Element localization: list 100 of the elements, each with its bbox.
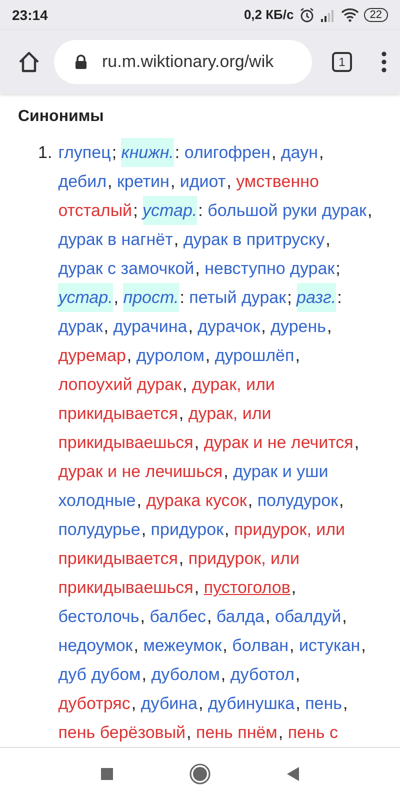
synonym-link[interactable]: даун [280, 138, 318, 168]
synonym-link[interactable]: петый дурак [189, 283, 286, 312]
punctuation: , [112, 287, 120, 310]
usage-label: прост. [123, 283, 179, 312]
missing-link[interactable]: прикидываешься [58, 573, 194, 602]
missing-link[interactable]: пустоголов [204, 573, 290, 602]
synonym-link[interactable]: болван [232, 631, 289, 660]
usage-label: устар. [142, 196, 198, 226]
synonym-link[interactable]: дурак с замочкой [58, 254, 194, 284]
synonym-link[interactable]: пень [305, 689, 342, 718]
missing-link[interactable]: прикидывается [58, 399, 178, 428]
synonym-link[interactable]: дурак и уши [233, 457, 328, 486]
punctuation: , [139, 606, 146, 628]
synonym-link[interactable]: холодные [58, 486, 136, 516]
synonym-link[interactable]: полудурок [257, 486, 338, 516]
punctuation: , [220, 664, 227, 686]
missing-link[interactable]: дуремар [58, 341, 126, 370]
punctuation: , [126, 345, 133, 368]
missing-link[interactable]: пень берёзовый [58, 718, 186, 748]
synonym-link[interactable]: дурак в притруску [183, 225, 325, 254]
punctuation: ; [335, 258, 340, 280]
synonym-link[interactable]: дубинушка [208, 689, 295, 718]
missing-link[interactable]: пень с [288, 718, 338, 748]
missing-link[interactable]: дурак, или [192, 370, 275, 400]
synonym-link[interactable]: обалдуй [274, 602, 342, 632]
synonym-link[interactable]: балбес [150, 602, 206, 632]
usage-label: книжн. [121, 138, 174, 168]
synonym-link[interactable]: недоумок [58, 631, 133, 660]
synonym-link[interactable]: полудурье [58, 515, 140, 544]
punctuation: , [222, 635, 228, 658]
missing-link[interactable]: умственно [236, 167, 319, 196]
missing-link[interactable]: дурак и не лечишься [58, 457, 223, 486]
missing-link[interactable]: придурок, или [234, 515, 346, 544]
synonym-link[interactable]: дуботол [230, 660, 294, 690]
synonym-link[interactable]: дубина [140, 689, 198, 718]
synonym-link[interactable]: истукан [299, 631, 360, 660]
address-field[interactable]: ru.m.wiktionary.org/wik [54, 40, 312, 84]
punctuation: , [318, 142, 324, 164]
punctuation: , [338, 490, 344, 512]
synonym-link[interactable]: дуролом [136, 341, 204, 370]
missing-link[interactable]: дурак, или [188, 399, 272, 428]
punctuation: , [295, 693, 302, 716]
missing-link[interactable]: прикидывается [58, 544, 178, 574]
back-icon[interactable] [286, 766, 300, 782]
signal-icon [320, 8, 336, 22]
punctuation: : [197, 200, 204, 222]
synonym-link[interactable]: межеумок [143, 631, 222, 660]
missing-link[interactable]: придурок, или [188, 544, 300, 574]
punctuation: ; [286, 287, 293, 310]
punctuation: , [140, 664, 148, 686]
missing-link[interactable]: прикидываешься [58, 428, 194, 458]
punctuation: , [294, 664, 300, 686]
missing-link[interactable]: дурака кусок [146, 486, 247, 516]
synonym-link[interactable]: глупец [58, 138, 111, 168]
punctuation: , [133, 635, 140, 658]
synonym-link[interactable]: олигофрен [184, 138, 270, 168]
punctuation: , [288, 635, 296, 658]
punctuation: ; [132, 200, 139, 222]
missing-link[interactable]: дуботряс [58, 689, 130, 718]
missing-link[interactable]: отсталый [58, 196, 132, 226]
missing-link[interactable]: лопоухий дурак [58, 370, 182, 400]
synonym-link[interactable]: дурак [58, 312, 103, 342]
usage-label: устар. [58, 283, 113, 312]
punctuation: , [193, 432, 200, 454]
punctuation: , [277, 722, 284, 744]
home-button-icon[interactable] [189, 763, 211, 786]
synonym-link[interactable]: дурошлёп [214, 341, 294, 370]
synonym-link[interactable]: придурок [150, 515, 224, 544]
synonym-link[interactable]: идиот [180, 167, 226, 196]
synonym-link[interactable]: балда [216, 602, 265, 632]
punctuation: , [182, 374, 188, 396]
synonym-link[interactable]: дурак в нагнёт [58, 225, 173, 254]
synonym-link[interactable]: бестолочь [58, 602, 140, 632]
punctuation: , [198, 693, 204, 716]
clock-time: 23:14 [12, 6, 48, 23]
synonym-link[interactable]: дебил [58, 167, 107, 196]
punctuation: , [324, 229, 330, 252]
synonym-link[interactable]: большой руки дурак [208, 196, 366, 226]
punctuation: , [270, 142, 278, 164]
synonym-link[interactable]: дурачок [198, 312, 260, 342]
missing-link[interactable]: дурак и не лечится [204, 428, 354, 458]
punctuation: , [226, 171, 232, 194]
missing-link[interactable]: пень пнём [196, 718, 278, 748]
punctuation: , [247, 490, 254, 512]
punctuation: , [260, 316, 267, 338]
synonym-link[interactable]: дуболом [151, 660, 220, 690]
synonym-link[interactable]: дуб дубом [58, 660, 141, 690]
list-number: 1. [38, 142, 52, 164]
punctuation: , [290, 577, 296, 600]
synonym-link[interactable]: дурачина [113, 312, 188, 342]
punctuation: , [341, 606, 347, 628]
synonym-link[interactable]: дурень [270, 312, 326, 342]
punctuation: , [193, 577, 200, 600]
section-heading: Синонимы [18, 108, 105, 126]
synonym-link[interactable]: невступно дурак [204, 254, 335, 284]
tab-switcher-button[interactable]: 1 [332, 52, 352, 72]
recents-icon[interactable] [100, 767, 114, 782]
punctuation: , [353, 432, 360, 454]
synonym-link[interactable]: кретин [116, 167, 170, 196]
menu-icon[interactable] [380, 50, 388, 74]
